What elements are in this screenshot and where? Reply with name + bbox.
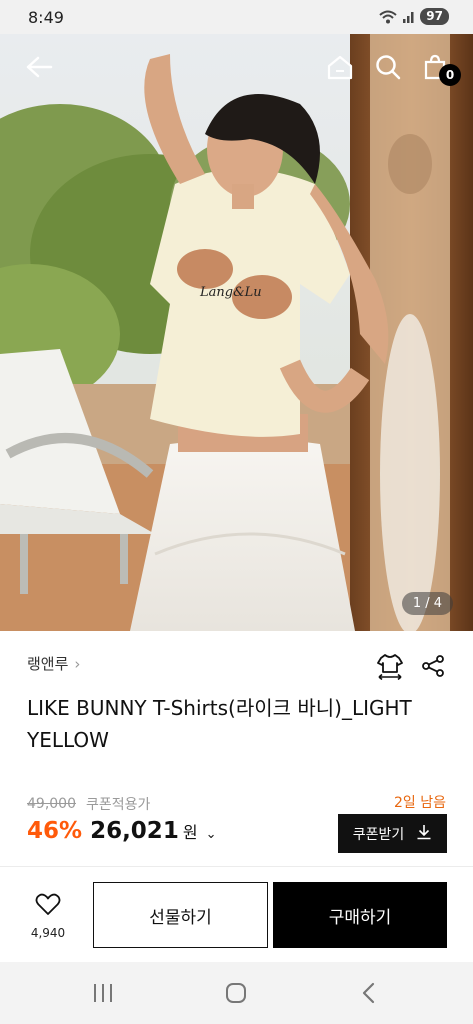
status-icons: 97 (378, 8, 449, 25)
recent-apps-icon[interactable] (86, 978, 120, 1008)
home-button-icon[interactable] (219, 978, 253, 1008)
status-time: 8:49 (28, 8, 64, 27)
image-page-counter: 1 / 4 (401, 592, 453, 615)
get-coupon-button[interactable]: 쿠폰받기 (338, 814, 447, 853)
cart-count-badge: 0 (439, 64, 461, 86)
currency-unit: 원 (182, 823, 198, 842)
battery-badge: 97 (420, 8, 449, 25)
coupon-days-left: 2일 남음 (394, 795, 446, 811)
product-action-icons (377, 652, 445, 684)
like-count: 4,940 (30, 926, 66, 940)
share-icon[interactable] (421, 654, 445, 682)
signal-icon (402, 10, 416, 24)
system-navigation-bar (0, 962, 473, 1024)
buy-button[interactable]: 구매하기 (273, 882, 447, 948)
download-icon (416, 824, 432, 844)
price-detail-chevron-icon[interactable]: ⌄ (206, 827, 217, 842)
search-icon[interactable] (373, 52, 403, 82)
heart-icon (35, 893, 61, 920)
hero-top-nav: 0 (0, 34, 473, 100)
brand-name: 랭앤루 (27, 655, 69, 673)
shirt-print-text: Lang&Lu (199, 285, 262, 300)
gift-button[interactable]: 선물하기 (93, 882, 268, 948)
size-guide-icon[interactable] (377, 652, 403, 684)
wifi-icon (378, 9, 398, 25)
cart-icon[interactable]: 0 (420, 52, 461, 86)
like-button[interactable]: 4,940 (24, 893, 72, 940)
status-bar: 8:49 97 (0, 0, 473, 34)
brand-link[interactable]: 랭앤루 › (27, 653, 80, 674)
product-photo: Lang&Lu (0, 34, 473, 631)
get-coupon-label: 쿠폰받기 (352, 826, 405, 843)
chevron-right-icon: › (74, 654, 81, 673)
home-icon[interactable] (325, 52, 355, 82)
divider (0, 866, 473, 867)
back-button-icon[interactable] (352, 978, 386, 1008)
original-price-row: 49,000 쿠폰적용가 (27, 794, 150, 814)
discount-rate: 46% (27, 818, 83, 844)
product-title: LIKE BUNNY T-Shirts(라이크 바니)_LIGHT YELLOW (27, 696, 412, 752)
original-price: 49,000 (27, 796, 76, 812)
coupon-price-note: 쿠폰적용가 (86, 797, 151, 813)
sale-price: 26,021 (90, 818, 179, 844)
price-row: 46% 26,021 원 ⌄ (27, 818, 216, 844)
product-image-carousel[interactable]: Lang&Lu 0 1 / 4 (0, 34, 473, 631)
back-arrow-icon[interactable] (24, 52, 54, 82)
